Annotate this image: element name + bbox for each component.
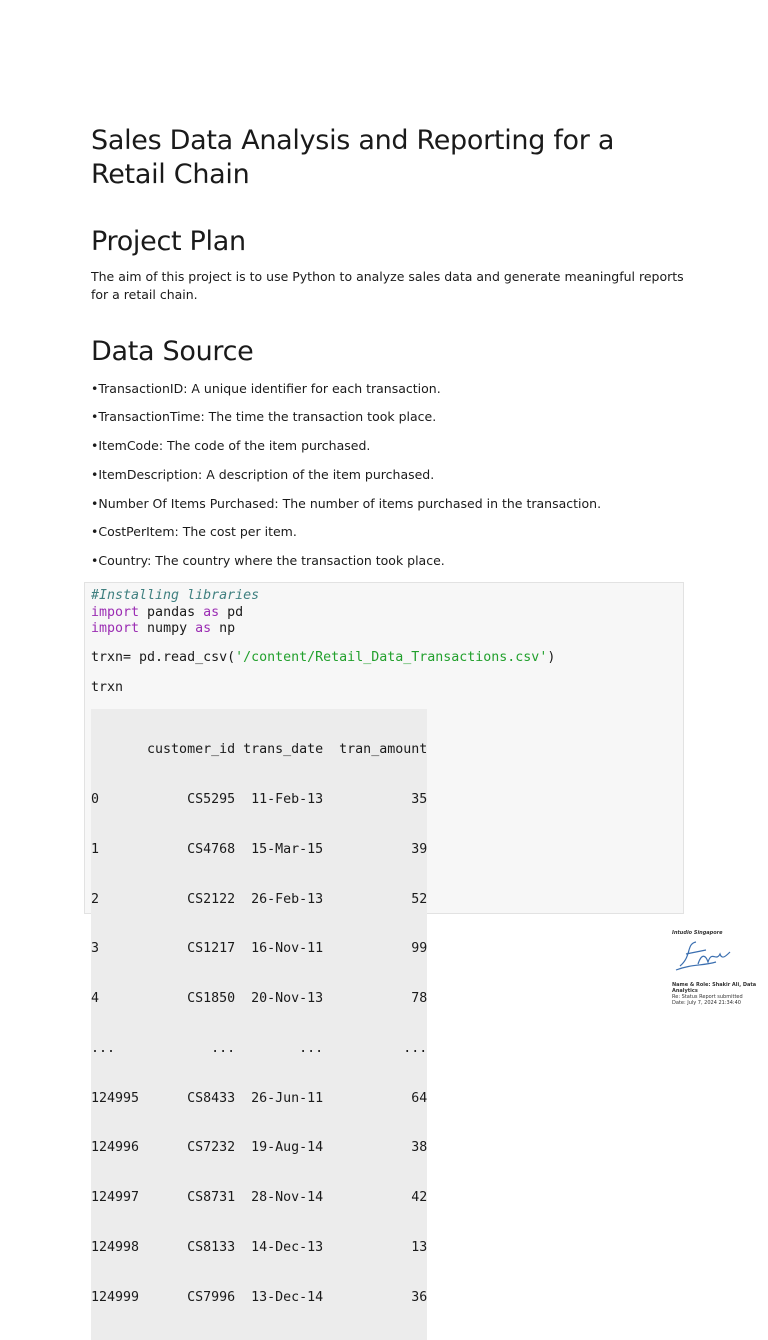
table-header: customer_id trans_date tran_amount — [91, 742, 428, 758]
lib-alias: pd — [219, 604, 244, 620]
project-plan-heading: Project Plan — [91, 226, 246, 257]
signature-name-role: Name & Role: Shakir Ali, Data Analytics — [672, 982, 757, 994]
data-source-item: •TransactionID: A unique identifier for … — [91, 381, 441, 396]
table-row: 1 CS4768 15-Mar-15 39 — [91, 841, 428, 857]
lib-name: pandas — [139, 604, 204, 620]
lib-alias: np — [211, 621, 236, 637]
handwritten-signature-icon — [675, 941, 731, 971]
keyword-import: import — [91, 604, 140, 620]
table-row: 124997 CS8731 28-Nov-14 42 — [91, 1190, 428, 1206]
code-path-string: '/content/Retail_Data_Transactions.csv' — [235, 650, 548, 665]
data-source-heading: Data Source — [91, 336, 254, 367]
table-row: ... ... ... ... — [91, 1040, 428, 1056]
table-row: 124996 CS7232 19-Aug-14 38 — [91, 1140, 428, 1156]
document-title: Sales Data Analysis and Reporting for a … — [91, 125, 615, 190]
lib-name: numpy — [139, 621, 196, 637]
code-show: trxn — [91, 680, 124, 695]
keyword-as: as — [203, 604, 220, 620]
code-read: trxn= pd.read_csv( — [91, 650, 236, 665]
table-row: 124995 CS8433 26-Jun-11 64 — [91, 1090, 428, 1106]
code-read-close: ) — [547, 650, 556, 665]
table-row: 124998 CS8133 14-Dec-13 13 — [91, 1240, 428, 1255]
signature-block: Intudio Singapore Name & Role: Shakir Al… — [672, 930, 762, 1006]
signature-date: Date: July 7, 2024 21:34:40 — [672, 1000, 741, 1006]
project-plan-text: The aim of this project is to use Python… — [91, 269, 684, 302]
table-row: 2 CS2122 26-Feb-13 52 — [91, 891, 428, 907]
data-source-item: •TransactionTime: The time the transacti… — [91, 409, 437, 424]
dataframe-output: customer_id trans_date tran_amount 0 CS5… — [91, 709, 428, 1340]
data-source-item: •Number Of Items Purchased: The number o… — [91, 496, 602, 511]
table-row: 3 CS1217 16-Nov-11 99 — [91, 941, 428, 957]
data-source-item: •Country: The country where the transact… — [91, 553, 445, 568]
table-row: 124999 CS7996 13-Dec-14 36 — [91, 1289, 428, 1305]
keyword-as: as — [195, 621, 212, 637]
table-row: 0 CS5295 11-Feb-13 35 — [91, 791, 428, 807]
keyword-import: import — [91, 621, 140, 637]
code-comment: #Installing libraries — [91, 588, 260, 603]
code-cell: #Installing libraries import pandas as p… — [84, 582, 684, 1340]
table-row: 4 CS1850 20-Nov-13 78 — [91, 991, 428, 1007]
data-source-item: •ItemCode: The code of the item purchase… — [91, 438, 371, 453]
data-source-item: •CostPerItem: The cost per item. — [91, 524, 297, 539]
data-source-item: •ItemDescription: A description of the i… — [91, 467, 435, 482]
